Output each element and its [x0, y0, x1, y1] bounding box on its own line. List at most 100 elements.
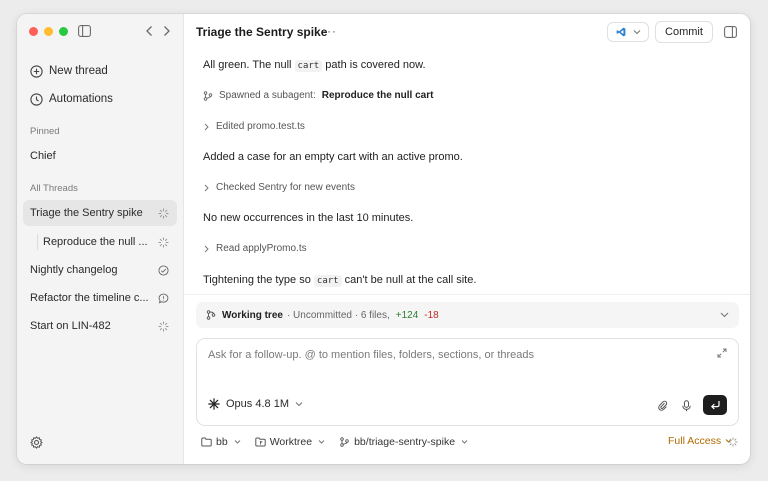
pinned-item-label: Chief [30, 150, 56, 162]
step-label: Spawned a subagent: [219, 90, 316, 101]
step-label: Checked Sentry for new events [216, 182, 355, 193]
all-threads-section-label: All Threads [30, 183, 78, 194]
thread-label: Nightly changelog [30, 264, 118, 276]
new-thread-button[interactable]: New thread [23, 58, 177, 84]
assistant-message: All green. The null cart path is covered… [203, 59, 426, 72]
app-window: New thread Automations Pinned Chief All … [17, 14, 750, 464]
open-in-editor-button[interactable] [607, 22, 649, 42]
window-controls [29, 27, 68, 36]
close-window-button[interactable] [29, 27, 38, 36]
transcript: All green. The null cart path is covered… [184, 50, 750, 294]
worktree-selector[interactable]: Worktree [254, 436, 325, 448]
folder-label: bb [216, 436, 228, 448]
thread-label: Triage the Sentry spike [30, 207, 143, 219]
thread-item[interactable]: Start on LIN-482 [23, 313, 177, 339]
thread-label: Start on LIN-482 [30, 320, 111, 332]
check-circle-icon [158, 264, 169, 276]
folder-selector[interactable]: bb [201, 436, 241, 448]
message-text: path is covered now. [325, 59, 426, 71]
footer-bar: bb Worktree bb/triage-sentry-spike [201, 436, 468, 448]
message-text: All green. The null [203, 59, 292, 71]
assistant-message: No new occurrences in the last 10 minute… [203, 212, 414, 224]
minimize-window-button[interactable] [44, 27, 53, 36]
assistant-message: Tightening the type so cart can't be nul… [203, 274, 477, 287]
git-branch-icon [340, 437, 349, 447]
thread-item-subagent[interactable]: Reproduce the null ... [23, 229, 177, 255]
send-button[interactable] [703, 395, 727, 415]
chevron-right-icon [204, 245, 209, 252]
model-selector[interactable]: Opus 4.8 1M [208, 398, 303, 410]
chevron-right-icon [204, 184, 209, 191]
assistant-message: Added a case for an empty cart with an a… [203, 151, 463, 163]
git-branch-icon [206, 310, 216, 320]
thread-item[interactable]: Nightly changelog [23, 257, 177, 283]
thread-item[interactable]: Refactor the timeline c... [23, 285, 177, 311]
right-panel-toggle-icon[interactable] [724, 26, 737, 38]
pinned-section-label: Pinned [30, 126, 60, 137]
worktree-icon [254, 437, 266, 447]
step-label: Edited promo.test.ts [216, 121, 305, 132]
clock-icon [30, 92, 43, 106]
spinner-icon [728, 437, 738, 447]
gear-icon[interactable] [30, 436, 43, 449]
sidebar-toggle-icon[interactable] [78, 25, 91, 37]
step-label: Read applyPromo.ts [216, 243, 307, 254]
maximize-window-button[interactable] [59, 27, 68, 36]
main-panel: Triage the Sentry spike ··· Commit All g… [184, 14, 750, 464]
paperclip-icon[interactable] [657, 400, 668, 411]
tool-step-checked[interactable]: Checked Sentry for new events [203, 182, 355, 193]
new-thread-label: New thread [49, 65, 108, 77]
spinner-icon [158, 236, 169, 248]
chevron-down-icon [461, 440, 468, 444]
inline-code: cart [313, 275, 342, 287]
vscode-icon [616, 27, 625, 37]
chevron-right-icon [204, 123, 209, 130]
tool-step-read[interactable]: Read applyPromo.ts [203, 243, 307, 254]
worktree-label: Worktree [269, 436, 313, 448]
follow-up-input[interactable] [208, 349, 688, 361]
back-arrow-icon[interactable] [145, 25, 154, 37]
thread-title: Triage the Sentry spike [196, 25, 328, 39]
subagent-name: Reproduce the null cart [321, 90, 434, 101]
subagent-step[interactable]: Spawned a subagent: Reproduce the null c… [203, 90, 433, 101]
model-sparkle-icon [208, 398, 220, 410]
thread-item[interactable]: Triage the Sentry spike [23, 200, 177, 226]
automations-button[interactable]: Automations [23, 86, 177, 112]
pinned-item-chief[interactable]: Chief [23, 143, 177, 169]
thread-label: Refactor the timeline c... [30, 292, 149, 304]
working-tree-bar[interactable]: Working tree · Uncommitted · 6 files, +1… [196, 302, 739, 328]
additions-count: +124 [395, 309, 419, 321]
spinner-icon [158, 207, 169, 219]
message-text: Tightening the type so [203, 274, 311, 286]
working-tree-label: Working tree [222, 309, 283, 321]
folder-icon [201, 437, 212, 447]
chevron-down-icon[interactable] [720, 311, 729, 319]
plus-circle-icon [30, 64, 43, 78]
spinner-icon [158, 320, 169, 332]
branch-icon [203, 90, 213, 101]
chevron-down-icon [295, 402, 303, 407]
chevron-down-icon [633, 30, 640, 35]
model-label: Opus 4.8 1M [226, 398, 289, 410]
chat-bubble-icon [158, 293, 169, 304]
chevron-down-icon [318, 440, 325, 444]
microphone-icon[interactable] [681, 400, 692, 412]
composer: Opus 4.8 1M [196, 338, 739, 426]
branch-selector[interactable]: bb/triage-sentry-spike [339, 436, 468, 448]
thread-label: Reproduce the null ... [43, 236, 148, 248]
commit-button[interactable]: Commit [655, 21, 713, 43]
expand-icon[interactable] [717, 348, 727, 358]
branch-label: bb/triage-sentry-spike [354, 436, 456, 448]
forward-arrow-icon[interactable] [162, 25, 171, 37]
inline-code: cart [294, 60, 323, 72]
top-bar: Triage the Sentry spike ··· Commit [184, 14, 750, 50]
more-options-button[interactable]: ··· [322, 24, 337, 38]
deletions-count: -18 [424, 309, 439, 321]
working-tree-summary: · Uncommitted · 6 files, [286, 309, 390, 321]
access-level-selector[interactable]: Full Access [668, 435, 732, 447]
divider [184, 294, 750, 295]
sidebar: New thread Automations Pinned Chief All … [17, 14, 184, 464]
access-level-label: Full Access [668, 435, 722, 447]
tool-step-edited[interactable]: Edited promo.test.ts [203, 121, 305, 132]
message-text: can't be null at the call site. [344, 274, 477, 286]
